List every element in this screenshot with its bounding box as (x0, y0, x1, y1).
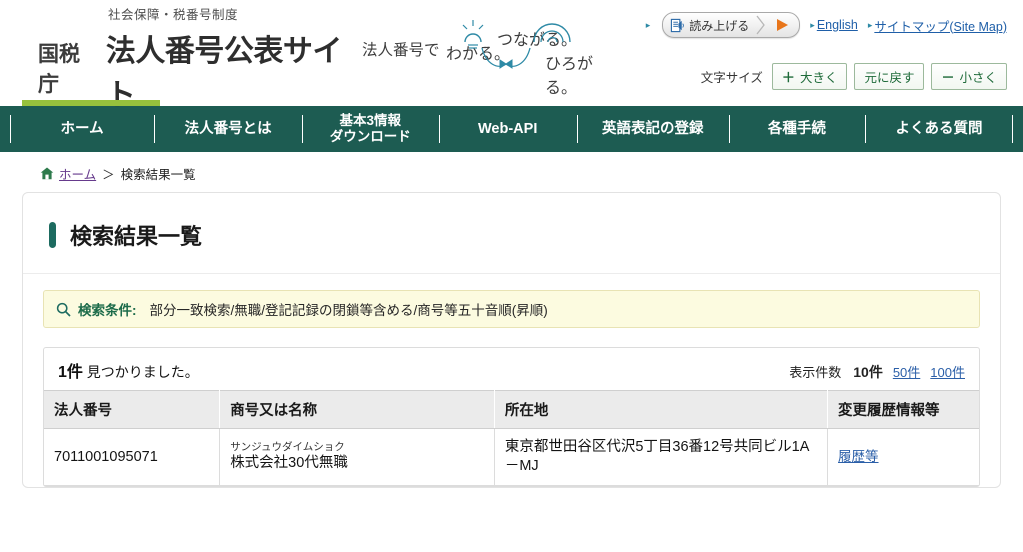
brand-agency-name: 国税庁 (38, 43, 80, 96)
main-navigation: ホーム 法人番号とは 基本3情報 ダウンロード Web-API 英語表記の登録 … (0, 106, 1023, 152)
nav-item-english-registration[interactable]: 英語表記の登録 (576, 106, 729, 152)
nav-item-basic-info-download[interactable]: 基本3情報 ダウンロード (302, 106, 438, 152)
nav-item-about-corporate-number[interactable]: 法人番号とは (154, 106, 302, 152)
english-link[interactable]: English (817, 18, 858, 32)
results-summary-row: 1件 見つかりました。 表示件数 10件 50件 100件 (44, 348, 979, 390)
breadcrumb-home-link[interactable]: ホーム (59, 164, 96, 183)
table-header-row: 法人番号 商号又は名称 所在地 変更履歴情報等 (44, 390, 979, 429)
per-page-option-100[interactable]: 100件 (930, 362, 965, 381)
connection-icon (481, 47, 531, 69)
font-size-label: 文字サイズ (700, 71, 763, 85)
search-conditions-bar: 検索条件: 部分一致検索/無職/登記記録の閉鎖等含める/商号等五十音順(昇順) (43, 290, 980, 328)
english-link-wrap[interactable]: ▸ English (810, 18, 858, 32)
breadcrumb-separator: ＞ (102, 168, 115, 182)
font-size-controls: 文字サイズ ＋ 大きく 元に戻す － 小さく (701, 63, 1007, 90)
hit-count: 1件 見つかりました。 (58, 358, 199, 382)
page-title: 検索結果一覧 (70, 224, 203, 249)
font-size-larger-button[interactable]: ＋ 大きく (771, 63, 848, 90)
nav-item-faq[interactable]: よくある質問 (865, 106, 1013, 152)
breadcrumb: ホーム ＞ 検索結果一覧 (0, 152, 1023, 192)
nav-item-web-api[interactable]: Web-API (438, 106, 577, 152)
column-header-name: 商号又は名称 (219, 390, 495, 429)
font-size-larger-label: 大きく (799, 71, 838, 85)
plus-icon: ＋ (781, 70, 795, 85)
breadcrumb-current: 検索結果一覧 (120, 168, 196, 182)
per-page-current: 10件 (853, 364, 883, 380)
play-button[interactable] (767, 14, 797, 36)
column-header-change-history: 変更履歴情報等 (827, 390, 979, 429)
per-page-option-50[interactable]: 50件 (893, 362, 920, 381)
name-furigana: サンジュウダイムショク (230, 440, 345, 453)
font-size-smaller-label: 小さく (959, 71, 997, 85)
results-panel: 1件 見つかりました。 表示件数 10件 50件 100件 法人番号 商号又は名… (43, 347, 980, 488)
home-icon (40, 167, 54, 180)
font-size-smaller-button[interactable]: － 小さく (931, 63, 1007, 90)
header-utility-row: ▸ 読み上げる ▸ English ▸ サイトマップ(Site Map) (646, 12, 1007, 38)
font-size-reset-label: 元に戻す (864, 71, 915, 85)
table-row: 7011001095071 サンジュウダイムショク 株式会社30代無職 東京都世… (44, 428, 979, 487)
bullet-arrow-icon: ▸ (867, 19, 873, 30)
column-header-address: 所在地 (494, 390, 829, 429)
site-header: 社会保障・税番号制度 国税庁 法人番号公表サイト 法人番号で わかる。 つながる… (0, 0, 1023, 112)
nav-item-procedures[interactable]: 各種手続 (728, 106, 865, 152)
sitemap-link-wrap[interactable]: ▸ サイトマップ(Site Map) (868, 16, 1007, 35)
per-page-label: 表示件数 (789, 365, 842, 380)
history-link[interactable]: 履歴等 (838, 449, 879, 464)
sitemap-link[interactable]: サイトマップ(Site Map) (874, 16, 1007, 35)
search-conditions-value: 部分一致検索/無職/登記記録の閉鎖等含める/商号等五十音順(昇順) (149, 303, 548, 318)
chevron-divider-icon (756, 15, 766, 35)
card-body: 検索条件: 部分一致検索/無職/登記記録の閉鎖等含める/商号等五十音順(昇順) … (23, 274, 1000, 488)
cell-address: 東京都世田谷区代沢5丁目36番12号共同ビル1A－MJ (494, 428, 829, 487)
per-page-selector: 表示件数 10件 50件 100件 (789, 362, 965, 382)
search-results-card: 検索結果一覧 検索条件: 部分一致検索/無職/登記記録の閉鎖等含める/商号等五十… (22, 192, 1001, 489)
site-tagline: 法人番号で わかる。 つながる。 ひろがる。 (362, 20, 622, 97)
search-icon (56, 302, 71, 317)
read-aloud-button[interactable]: 読み上げる (662, 12, 801, 38)
document-speaker-icon (671, 18, 685, 32)
signal-wave-icon (533, 23, 571, 43)
hit-count-number: 1件 (58, 364, 83, 381)
site-brand: 社会保障・税番号制度 国税庁 法人番号公表サイト (38, 6, 358, 114)
minus-icon: － (941, 70, 955, 85)
brand-subtitle: 社会保障・税番号制度 (108, 8, 239, 22)
hit-count-text: 見つかりました。 (86, 364, 199, 380)
column-header-corporate-number: 法人番号 (44, 390, 221, 429)
tagline-part-1: 法人番号で (362, 42, 440, 59)
card-title-section: 検索結果一覧 (23, 193, 1000, 274)
title-accent-bar (49, 222, 56, 248)
page-title-row: 検索結果一覧 (49, 219, 1000, 251)
bullet-arrow-icon: ▸ (645, 19, 651, 30)
nav-item-home[interactable]: ホーム (10, 106, 154, 152)
tagline-part-4: ひろがる。 (545, 56, 594, 97)
bullet-arrow-icon: ▸ (810, 19, 815, 30)
cell-change-history: 履歴等 (827, 428, 979, 487)
font-size-reset-button[interactable]: 元に戻す (854, 63, 925, 90)
cell-corporate-number: 7011001095071 (44, 428, 221, 487)
read-aloud-label: 読み上げる (689, 18, 750, 33)
cell-name: サンジュウダイムショク 株式会社30代無職 (219, 428, 495, 487)
results-table: 法人番号 商号又は名称 所在地 変更履歴情報等 7011001095071 サン… (44, 390, 979, 487)
search-conditions-label: 検索条件: (78, 303, 137, 318)
name-value: 株式会社30代無職 (230, 455, 348, 472)
play-triangle-icon (777, 19, 789, 31)
